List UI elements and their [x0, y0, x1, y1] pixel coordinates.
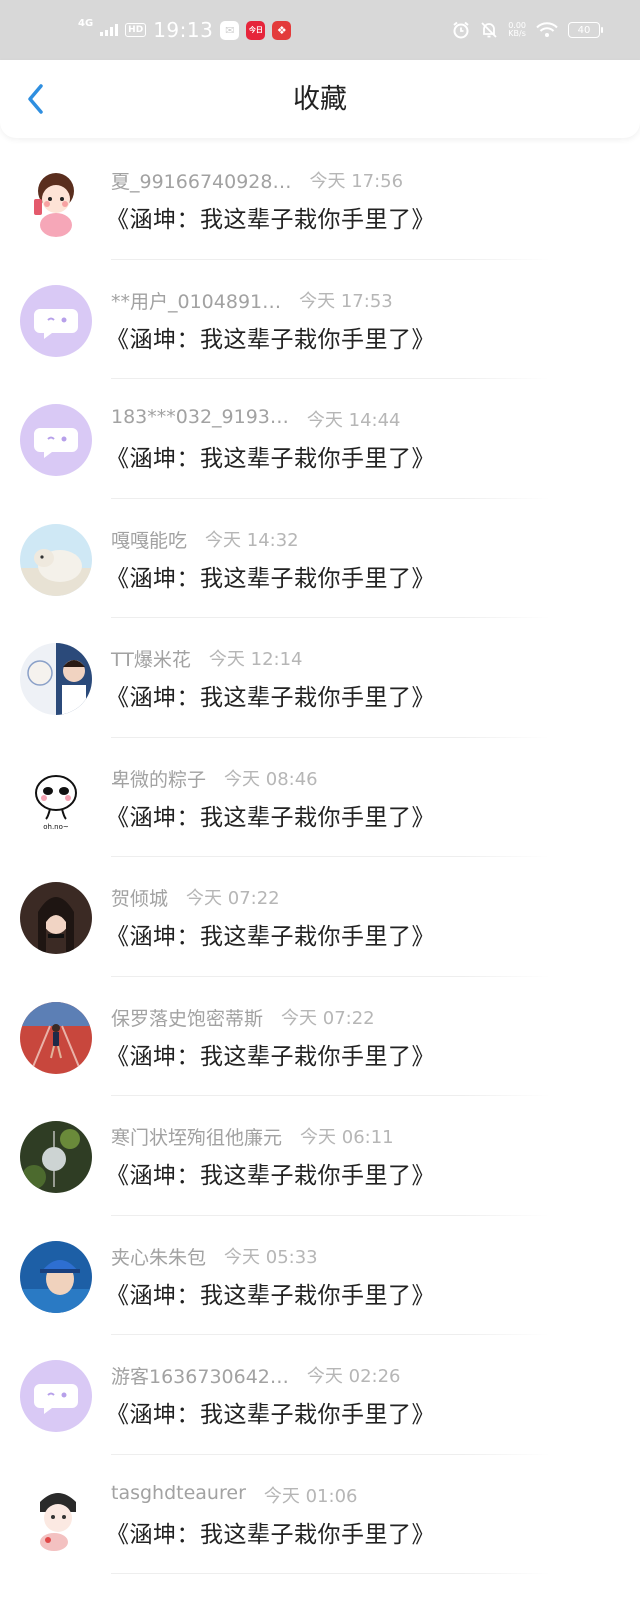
avatar[interactable] — [20, 1479, 92, 1552]
mute-bell-icon — [481, 22, 497, 38]
list-item[interactable]: oh.no~ 卑微的粽子 今天 08:46 《涵坤：我这辈子栽你手里了》 — [0, 738, 640, 857]
timestamp: 今天 14:44 — [306, 410, 401, 431]
list-item[interactable]: 寒门状垤殉徂他廉元 今天 06:11 《涵坤：我这辈子栽你手里了》 — [0, 1096, 640, 1216]
message-text: 《涵坤：我这辈子栽你手里了》 — [106, 1282, 435, 1309]
timestamp: 今天 12:14 — [208, 649, 303, 670]
avatar[interactable] — [20, 404, 92, 476]
avatar[interactable] — [20, 1360, 92, 1432]
user-name: 保罗落史饱密蒂斯 — [111, 1007, 264, 1030]
user-name: 游客1636730642… — [111, 1366, 289, 1388]
user-name: 贺倾城 — [111, 888, 169, 910]
list-item[interactable]: TT爆米花 今天 12:14 《涵坤：我这辈子栽你手里了》 — [0, 618, 640, 738]
battery-icon: 40 — [568, 22, 603, 38]
list-item[interactable]: 贺倾城 今天 07:22 《涵坤：我这辈子栽你手里了》 — [0, 857, 640, 977]
message-text: 《涵坤：我这辈子栽你手里了》 — [106, 924, 435, 950]
avatar[interactable] — [20, 165, 92, 237]
favorites-list: 夏_99166740928… 今天 17:56 《涵坤：我这辈子栽你手里了》 *… — [0, 140, 640, 1574]
network-type: 4G — [78, 18, 94, 29]
message-text: 《涵坤：我这辈子栽你手里了》 — [106, 685, 435, 711]
avatar[interactable] — [20, 1240, 92, 1313]
user-name: 嘎嘎能吃 — [111, 529, 188, 552]
timestamp: 今天 17:53 — [299, 290, 393, 312]
list-item[interactable]: 183***032_9193… 今天 14:44 《涵坤：我这辈子栽你手里了》 — [0, 379, 640, 499]
message-text: 《涵坤：我这辈子栽你手里了》 — [106, 1163, 435, 1189]
timestamp: 今天 05:33 — [224, 1246, 318, 1268]
list-item[interactable]: 夏_99166740928… 今天 17:56 《涵坤：我这辈子栽你手里了》 — [0, 140, 640, 260]
app-notification-icon: 今日 — [246, 20, 266, 40]
status-bar: 4G HD 19:13 ✉ 今日 ❖ 0.00 KB/s 40 — [0, 0, 640, 60]
avatar[interactable]: oh.no~ — [20, 762, 92, 835]
mail-notification-icon: ✉ — [220, 20, 240, 40]
timestamp: 今天 14:32 — [205, 529, 299, 551]
message-text: 《涵坤：我这辈子栽你手里了》 — [106, 1521, 435, 1548]
avatar[interactable] — [20, 882, 92, 954]
list-item[interactable]: 嘎嘎能吃 今天 14:32 《涵坤：我这辈子栽你手里了》 — [0, 499, 640, 618]
message-text: 《涵坤：我这辈子栽你手里了》 — [106, 1402, 435, 1428]
divider — [111, 1573, 550, 1574]
wifi-icon — [536, 22, 558, 37]
message-text: 《涵坤：我这辈子栽你手里了》 — [106, 804, 435, 831]
user-name: 寒门状垤殉徂他廉元 — [111, 1127, 283, 1149]
message-text: 《涵坤：我这辈子栽你手里了》 — [106, 565, 435, 592]
battery-level: 40 — [577, 24, 591, 36]
alarm-icon — [453, 21, 469, 39]
message-text: 《涵坤：我这辈子栽你手里了》 — [106, 446, 435, 472]
message-text: 《涵坤：我这辈子栽你手里了》 — [106, 1043, 435, 1070]
network-speed: 0.00 KB/s — [508, 21, 526, 38]
gift-notification-icon: ❖ — [272, 20, 292, 40]
user-name: 卑微的粽子 — [111, 768, 207, 791]
nav-bar: 收藏 — [0, 60, 640, 138]
page-title: 收藏 — [293, 84, 347, 115]
list-item[interactable]: 游客1636730642… 今天 02:26 《涵坤：我这辈子栽你手里了》 — [0, 1335, 640, 1455]
list-item[interactable]: **用户_0104891… 今天 17:53 《涵坤：我这辈子栽你手里了》 — [0, 260, 640, 379]
timestamp: 今天 01:06 — [263, 1485, 358, 1507]
user-name: **用户_0104891… — [111, 290, 282, 313]
signal-icon — [100, 24, 119, 36]
svg-text:oh.no~: oh.no~ — [43, 823, 69, 831]
hd-badge: HD — [125, 23, 147, 37]
avatar[interactable] — [20, 523, 92, 596]
timestamp: 今天 07:22 — [186, 888, 280, 909]
user-name: tasghdteaurer — [111, 1481, 246, 1504]
clock: 19:13 — [153, 18, 214, 42]
timestamp: 今天 07:22 — [281, 1007, 375, 1029]
timestamp: 今天 17:56 — [309, 171, 404, 192]
list-item[interactable]: 夹心朱朱包 今天 05:33 《涵坤：我这辈子栽你手里了》 — [0, 1216, 640, 1335]
user-name: TT爆米花 — [111, 649, 191, 671]
timestamp: 今天 06:11 — [300, 1127, 394, 1148]
avatar[interactable] — [20, 1001, 92, 1074]
message-text: 《涵坤：我这辈子栽你手里了》 — [106, 326, 435, 353]
timestamp: 今天 08:46 — [224, 768, 318, 790]
timestamp: 今天 02:26 — [306, 1366, 401, 1387]
avatar[interactable] — [20, 1121, 92, 1193]
user-name: 夹心朱朱包 — [111, 1246, 207, 1269]
list-item[interactable]: tasghdteaurer 今天 01:06 《涵坤：我这辈子栽你手里了》 — [0, 1455, 640, 1574]
message-text: 《涵坤：我这辈子栽你手里了》 — [106, 207, 435, 233]
user-name: 夏_99166740928… — [111, 171, 292, 193]
avatar[interactable] — [20, 284, 92, 357]
avatar[interactable] — [20, 643, 92, 715]
user-name: 183***032_9193… — [111, 406, 289, 428]
list-item[interactable]: 保罗落史饱密蒂斯 今天 07:22 《涵坤：我这辈子栽你手里了》 — [0, 977, 640, 1096]
